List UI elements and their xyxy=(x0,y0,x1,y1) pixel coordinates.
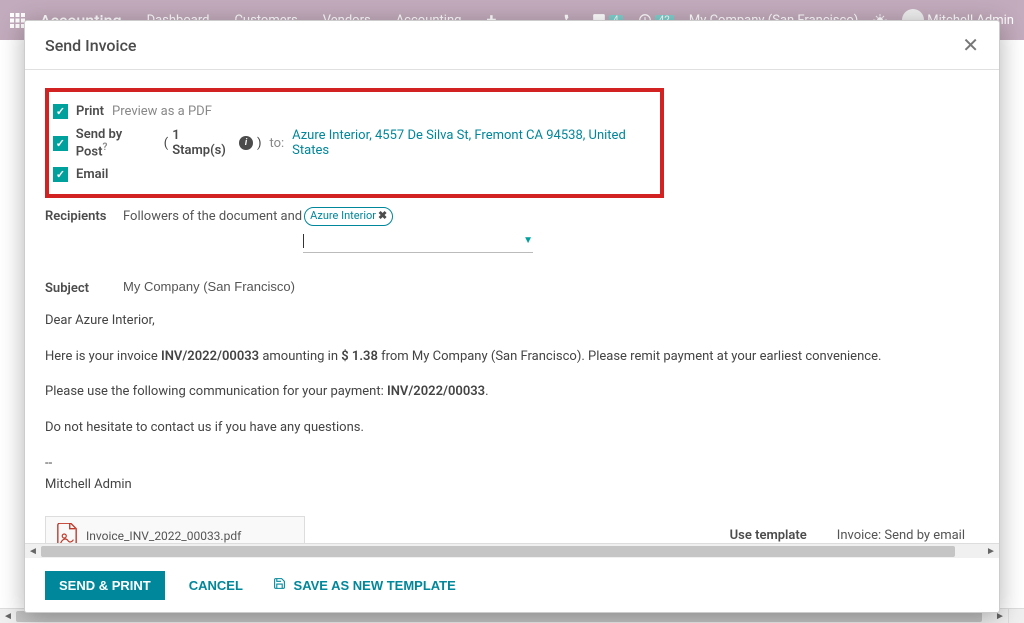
recipients-prefix: Followers of the document and xyxy=(123,209,302,224)
template-value[interactable]: Invoice: Send by email xyxy=(837,528,965,543)
post-address[interactable]: Azure Interior, 4557 De Silva St, Fremon… xyxy=(292,128,660,158)
scroll-track[interactable] xyxy=(41,544,983,558)
recipients-row: Recipients Followers of the document and… xyxy=(45,202,965,258)
recipients-label: Recipients xyxy=(45,207,123,224)
post-label: Send by Post xyxy=(76,127,122,159)
text-cursor xyxy=(303,234,304,248)
post-question: ? xyxy=(102,142,107,153)
info-icon[interactable]: i xyxy=(239,136,253,150)
body-signature: -- Mitchell Admin xyxy=(45,454,965,496)
print-label: Print xyxy=(76,104,104,119)
remove-tag-icon[interactable]: ✖ xyxy=(378,208,387,225)
stamps-text: 1 Stamp(s) xyxy=(172,128,235,158)
highlighted-options: ✓ Print Preview as a PDF ✓ Send by Post?… xyxy=(45,88,664,198)
modal-body: ✓ Print Preview as a PDF ✓ Send by Post?… xyxy=(25,70,985,543)
recipient-tag[interactable]: Azure Interior ✖ xyxy=(304,207,393,226)
option-send-by-post: ✓ Send by Post? ( 1 Stamp(s) i ) to: Azu… xyxy=(53,123,660,163)
page-scroll-left-icon[interactable]: ◄ xyxy=(0,611,16,622)
modal-footer: SEND & PRINT CANCEL SAVE AS NEW TEMPLATE xyxy=(25,558,999,612)
post-to-label: to: xyxy=(269,136,284,151)
subject-input[interactable] xyxy=(123,279,393,294)
scroll-thumb[interactable] xyxy=(41,546,955,557)
subject-label: Subject xyxy=(45,279,123,296)
checkbox-post[interactable]: ✓ xyxy=(53,136,68,151)
check-icon: ✔ xyxy=(289,540,298,543)
body-line4: Do not hesitate to contact us if you hav… xyxy=(45,418,965,439)
recipient-tag-text: Azure Interior xyxy=(310,208,376,225)
cancel-button[interactable]: CANCEL xyxy=(183,571,249,600)
checkbox-print[interactable]: ✓ xyxy=(53,104,68,119)
attachment-name: Invoice_INV_2022_00033.pdf xyxy=(86,529,241,543)
email-body[interactable]: Dear Azure Interior, Here is your invoic… xyxy=(45,311,965,496)
body-line3: Please use the following communication f… xyxy=(45,382,965,403)
modal-hscrollbar[interactable]: ◄ ► xyxy=(25,543,999,558)
save-template-label: SAVE AS NEW TEMPLATE xyxy=(294,578,456,593)
close-icon[interactable]: ✕ xyxy=(962,35,979,55)
template-label: Use template xyxy=(730,528,807,543)
save-icon xyxy=(273,578,290,593)
scroll-left-icon[interactable]: ◄ xyxy=(25,546,41,557)
attachment[interactable]: Invoice_INV_2022_00033.pdf ✔ xyxy=(45,516,305,543)
stamps-open: ( xyxy=(164,136,168,151)
print-hint: Preview as a PDF xyxy=(112,104,212,119)
subject-row: Subject xyxy=(45,274,965,301)
email-label: Email xyxy=(76,167,108,182)
option-print: ✓ Print Preview as a PDF xyxy=(53,100,660,123)
modal-header: Send Invoice ✕ xyxy=(25,21,999,70)
stamps-close: ) xyxy=(257,136,262,151)
checkbox-email[interactable]: ✓ xyxy=(53,167,68,182)
scroll-corner xyxy=(1008,608,1024,623)
pdf-icon xyxy=(56,523,78,543)
recipients-input[interactable]: ▼ xyxy=(303,230,533,253)
send-and-print-button[interactable]: SEND & PRINT xyxy=(45,571,165,600)
body-greeting: Dear Azure Interior, xyxy=(45,311,965,332)
body-line2: Here is your invoice INV/2022/00033 amou… xyxy=(45,347,965,368)
save-template-button[interactable]: SAVE AS NEW TEMPLATE xyxy=(267,570,462,600)
chevron-down-icon[interactable]: ▼ xyxy=(523,235,533,246)
send-invoice-modal: Send Invoice ✕ ✓ Print Preview as a PDF … xyxy=(24,20,1000,613)
scroll-right-icon[interactable]: ► xyxy=(983,546,999,557)
apps-icon[interactable] xyxy=(10,13,25,28)
attachment-template-row: Invoice_INV_2022_00033.pdf ✔ Use templat… xyxy=(45,516,965,543)
modal-title: Send Invoice xyxy=(45,36,137,55)
option-email: ✓ Email xyxy=(53,163,660,186)
